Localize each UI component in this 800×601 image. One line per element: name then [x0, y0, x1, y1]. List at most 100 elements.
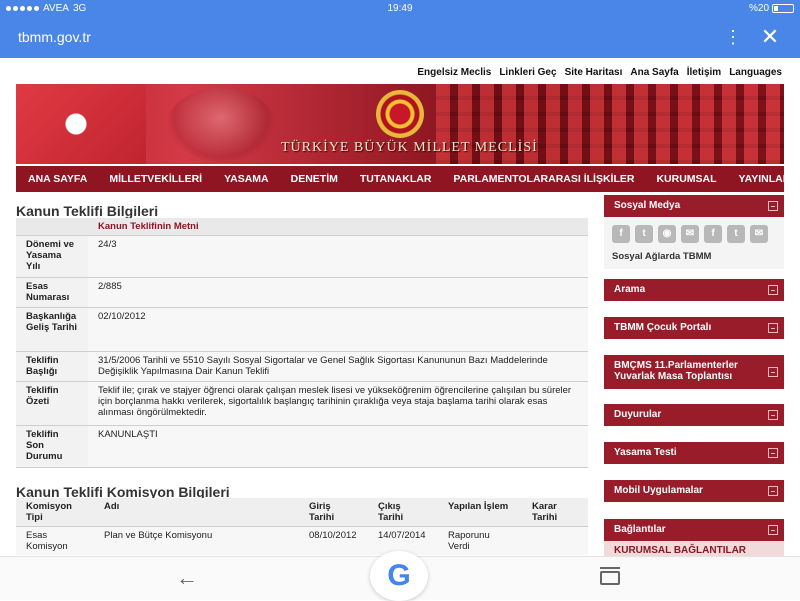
site-title: TÜRKİYE BÜYÜK MİLLET MECLİSİ [281, 140, 538, 155]
clock: 19:49 [387, 3, 413, 14]
back-arrow-icon[interactable]: ← [176, 565, 198, 591]
twitter-icon[interactable]: t [727, 225, 745, 243]
facebook-icon[interactable]: f [612, 225, 630, 243]
expand-icon[interactable] [768, 367, 778, 377]
sidebar-box-duyurular[interactable]: Duyurular [604, 404, 784, 426]
nav-parlamentolararasi[interactable]: PARLAMENTOLARARASI İLİŞKİLER [442, 166, 645, 192]
row-label: Teklifin Başlığı [16, 351, 88, 382]
row-label: Dönemi ve Yasama Yılı [16, 235, 88, 278]
top-link-engelsiz-meclis[interactable]: Engelsiz Meclis [417, 67, 491, 78]
google-logo-icon: G [370, 559, 428, 593]
tbmm-emblem-icon [376, 90, 424, 138]
column-header: Giriş Tarihi [299, 498, 368, 527]
nav-denetim[interactable]: DENETİM [280, 166, 349, 192]
sidebar-box-label: Yasama Testi [614, 447, 677, 458]
facebook-icon[interactable]: f [704, 225, 722, 243]
table-cell [522, 526, 588, 555]
web-page: Engelsiz Meclis Linkleri Geç Site Harita… [8, 58, 792, 558]
social-icons: f t ◉ ✉ f t ✉ [612, 225, 768, 243]
mail-icon[interactable]: ✉ [681, 225, 699, 243]
sidebar-box-cocuk-portali[interactable]: TBMM Çocuk Portalı [604, 317, 784, 339]
nav-ana-sayfa[interactable]: ANA SAYFA [16, 166, 98, 192]
google-button[interactable]: G [370, 551, 428, 601]
table-row: Dönemi ve Yasama Yılı 24/3 [16, 235, 588, 278]
top-link-linkleri-gec[interactable]: Linkleri Geç [499, 67, 556, 78]
expand-icon[interactable] [768, 525, 778, 535]
sidebar-box-mobil-uygulamalar[interactable]: Mobil Uygulamalar [604, 480, 784, 502]
twitter-icon[interactable]: t [635, 225, 653, 243]
more-vert-icon[interactable]: ⋮ [724, 26, 742, 50]
table-row: Esas Komisyon Plan ve Bütçe Komisyonu 08… [16, 526, 588, 555]
table-row: Esas Numarası 2/885 [16, 277, 588, 308]
portrait-image [166, 88, 276, 164]
main-nav: ANA SAYFA MİLLETVEKİLLERİ YASAMA DENETİM… [16, 166, 790, 192]
row-value: 24/3 [88, 235, 588, 278]
bill-text-link[interactable]: Kanun Teklifinin Metni [88, 218, 588, 236]
info-table: Kanun Teklifinin Metni Dönemi ve Yasama … [16, 218, 588, 468]
bottom-nav: ← G [0, 551, 800, 601]
tabs-icon[interactable] [600, 567, 620, 585]
top-link-languages[interactable]: Languages [729, 67, 782, 78]
table-cell: 08/10/2012 [299, 526, 368, 555]
table-cell: Plan ve Bütçe Komisyonu [94, 526, 299, 555]
row-value: 02/10/2012 [88, 307, 588, 352]
nav-milletvekilleri[interactable]: MİLLETVEKİLLERİ [98, 166, 213, 192]
nav-yasama[interactable]: YASAMA [213, 166, 280, 192]
table-cell [16, 218, 88, 236]
row-label: Teklifin Son Durumu [16, 425, 88, 468]
sidebar-box-bmcms[interactable]: BMÇMS 11.Parlamenterler Yuvarlak Masa To… [604, 355, 784, 389]
sidebar-box-arama[interactable]: Arama [604, 279, 784, 301]
social-panel: f t ◉ ✉ f t ✉ Sosyal Ağlarda TBMM [604, 217, 784, 269]
top-link-site-haritasi[interactable]: Site Haritası [565, 67, 623, 78]
column-header: Karar Tarihi [522, 498, 588, 527]
expand-icon[interactable] [768, 448, 778, 458]
column-header: Yapılan İşlem [438, 498, 522, 527]
expand-icon[interactable] [768, 410, 778, 420]
expand-icon[interactable] [768, 285, 778, 295]
row-value: KANUNLAŞTI [88, 425, 588, 468]
table-row: Teklifin Özeti Teklif ile; çırak ve staj… [16, 381, 588, 426]
nav-kurumsal[interactable]: KURUMSAL [645, 166, 727, 192]
row-label: Başkanlığa Geliş Tarihi [16, 307, 88, 352]
table-row: Kanun Teklifinin Metni [16, 218, 588, 236]
battery-level: %20 [748, 3, 769, 14]
battery-icon [772, 4, 794, 13]
status-bar: AVEA 3G 19:49 %20 [0, 0, 800, 18]
expand-icon[interactable] [768, 486, 778, 496]
top-link-iletisim[interactable]: İletişim [687, 67, 721, 78]
row-value: 31/5/2006 Tarihli ve 5510 Sayılı Sosyal … [88, 351, 588, 382]
table-row: Teklifin Başlığı 31/5/2006 Tarihli ve 55… [16, 351, 588, 382]
nav-tutanaklar[interactable]: TUTANAKLAR [349, 166, 443, 192]
sidebar-box-label: Mobil Uygulamalar [614, 485, 703, 496]
expand-icon[interactable] [768, 323, 778, 333]
komisyon-table: Komisyon Tipi Adı Giriş Tarihi Çıkış Tar… [16, 498, 588, 555]
social-caption: Sosyal Ağlarda TBMM [612, 251, 712, 262]
rss-icon[interactable]: ◉ [658, 225, 676, 243]
nav-yayinlar[interactable]: YAYINLAR [728, 166, 792, 192]
battery-info: %20 [749, 3, 794, 14]
column-header: Çıkış Tarihi [368, 498, 438, 527]
sidebar-box-yasama-testi[interactable]: Yasama Testi [604, 442, 784, 464]
top-link-ana-sayfa[interactable]: Ana Sayfa [630, 67, 678, 78]
expand-icon[interactable] [768, 201, 778, 211]
table-cell: Esas Komisyon [16, 526, 94, 555]
row-value: Teklif ile; çırak ve stajyer öğrenci ola… [88, 381, 588, 426]
sidebar-box-label: Duyurular [614, 409, 662, 420]
info-section-title: Kanun Teklifi Bilgileri [16, 203, 159, 219]
table-row: Teklifin Son Durumu KANUNLAŞTI [16, 425, 588, 468]
table-header-row: Komisyon Tipi Adı Giriş Tarihi Çıkış Tar… [16, 498, 588, 527]
site-banner[interactable]: TÜRKİYE BÜYÜK MİLLET MECLİSİ [16, 84, 784, 164]
sidebar-box-baglantilar[interactable]: Bağlantılar [604, 519, 784, 541]
sidebar-box-label: Sosyal Medya [614, 200, 681, 211]
sidebar-box-label: Arama [614, 284, 646, 295]
turkish-flag-image [16, 84, 146, 164]
url-bar[interactable]: tbmm.gov.tr [18, 29, 91, 45]
sidebar-box-sosyal-medya[interactable]: Sosyal Medya [604, 195, 784, 217]
mail-icon[interactable]: ✉ [750, 225, 768, 243]
browser-toolbar: tbmm.gov.tr ⋮ ✕ [0, 18, 800, 58]
row-label: Teklifin Özeti [16, 381, 88, 426]
sidebar-box-label: Bağlantılar [614, 524, 666, 535]
row-label: Esas Numarası [16, 277, 88, 308]
column-header: Komisyon Tipi [16, 498, 94, 527]
close-icon[interactable]: ✕ [758, 24, 782, 50]
